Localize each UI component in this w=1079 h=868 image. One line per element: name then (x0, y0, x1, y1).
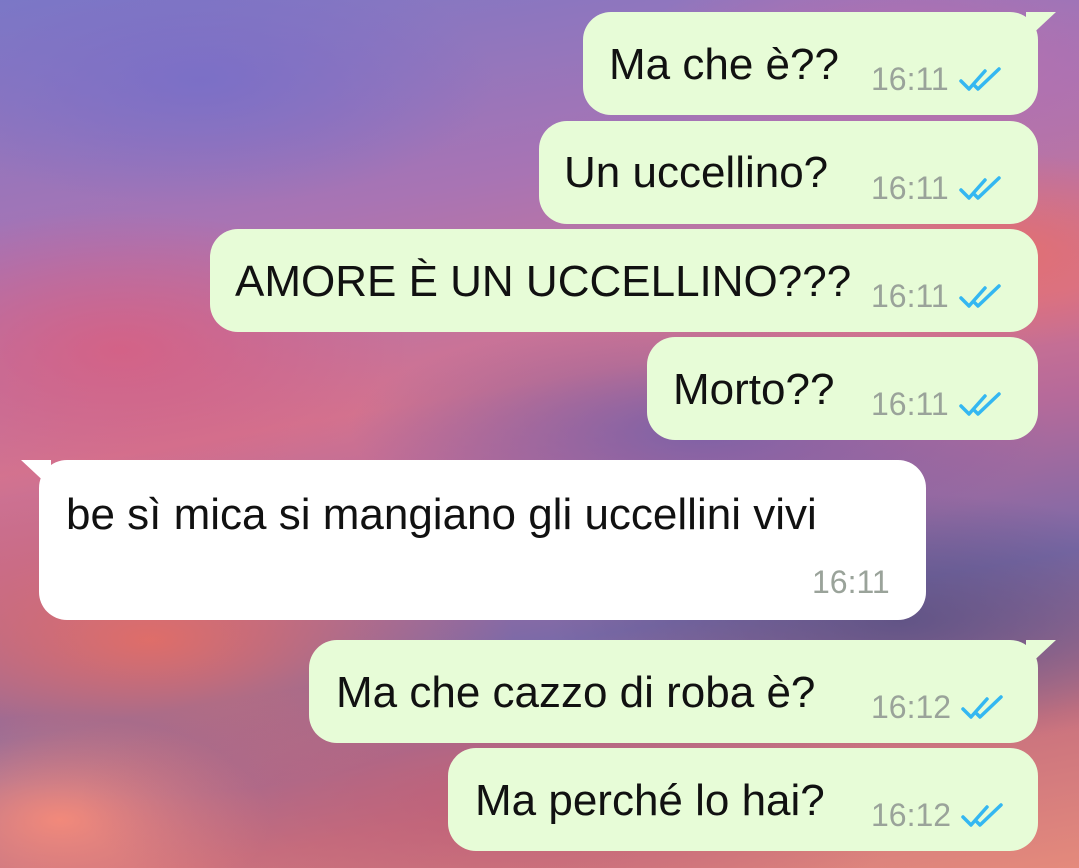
message-meta: 16:11 (812, 566, 890, 598)
message-time: 16:11 (871, 170, 949, 206)
double-check-icon (958, 67, 1001, 91)
message-meta: 16:11 (871, 280, 1003, 312)
double-check-icon (958, 176, 1001, 200)
message-meta: 16:11 (871, 172, 1003, 204)
message-meta: 16:11 (871, 388, 1003, 420)
message-meta: 16:12 (871, 691, 1005, 723)
message-bubble-outgoing[interactable]: Ma perché lo hai? 16:12 (448, 748, 1038, 851)
message-text: Morto?? (673, 365, 835, 414)
message-bubble-incoming[interactable]: be sì mica si mangiano gli uccellini viv… (21, 460, 926, 620)
message-time: 16:12 (871, 689, 952, 725)
message-meta: 16:12 (871, 799, 1005, 831)
message-time: 16:11 (871, 386, 949, 422)
message-bubble-outgoing[interactable]: Ma che cazzo di roba è? 16:12 (309, 640, 1056, 743)
message-time: 16:12 (871, 797, 952, 833)
bubble-tail (1026, 640, 1056, 668)
message-text: Ma che cazzo di roba è? (336, 668, 816, 717)
message-bubble-outgoing[interactable]: Un uccellino? 16:11 (539, 121, 1038, 224)
message-time: 16:11 (871, 61, 949, 97)
double-check-icon (958, 392, 1001, 416)
message-text: AMORE È UN UCCELLINO??? (235, 257, 852, 306)
double-check-icon (961, 695, 1003, 719)
message-text: be sì mica si mangiano gli uccellini viv… (66, 490, 817, 539)
message-meta: 16:11 (871, 63, 1003, 95)
message-bubble-outgoing[interactable]: AMORE È UN UCCELLINO??? 16:11 (210, 229, 1038, 332)
message-bubble-outgoing[interactable]: Morto?? 16:11 (647, 337, 1038, 440)
message-text: Ma che è?? (609, 40, 839, 89)
message-text: Ma perché lo hai? (475, 776, 825, 825)
double-check-icon (958, 284, 1001, 308)
bubble-tail (1026, 12, 1056, 40)
message-bubble-outgoing[interactable]: Ma che è?? 16:11 (583, 12, 1056, 115)
message-text: Un uccellino? (564, 148, 829, 197)
message-time: 16:11 (871, 278, 949, 314)
message-time: 16:11 (812, 564, 890, 600)
bubble-tail (21, 460, 51, 488)
double-check-icon (961, 803, 1003, 827)
